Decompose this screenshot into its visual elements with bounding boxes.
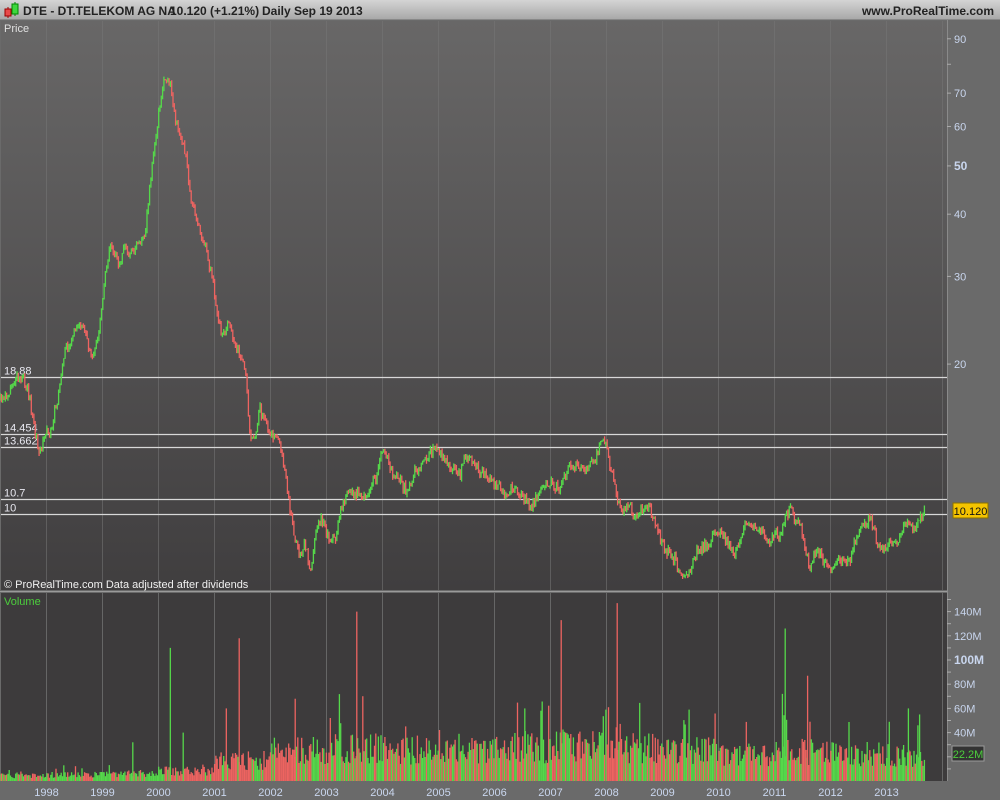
volume-pane-title: Volume: [4, 596, 41, 608]
price-tick-label: 20: [954, 359, 966, 371]
last-quote: 10.120 (+1.21%): [170, 4, 260, 18]
x-tick-label: 2008: [594, 787, 618, 799]
volume-tick-label: 60M: [954, 703, 975, 715]
x-tick-label: 2005: [426, 787, 450, 799]
x-tick-label: 2003: [314, 787, 338, 799]
x-tick-label: 2011: [763, 787, 787, 799]
volume-tick-label: 80M: [954, 679, 975, 691]
last-price-marker: 10.120: [952, 502, 989, 519]
chart-header: DTE - DT.TELEKOM AG NA 10.120 (+1.21%) D…: [0, 0, 1000, 20]
x-tick-label: 1998: [34, 787, 58, 799]
price-tick-label: 90: [954, 34, 966, 46]
volume-tick-label: 120M: [954, 631, 982, 643]
timeframe[interactable]: Daily: [262, 4, 291, 18]
x-tick-label: 2006: [482, 787, 506, 799]
x-tick-label: 2009: [650, 787, 674, 799]
volume-tick-label: 100M: [954, 653, 984, 667]
price-tick-label: 40: [954, 209, 966, 221]
chart-date: Sep 19 2013: [294, 4, 363, 18]
chart-canvas[interactable]: 18.8814.45413.66210.710 90706050403020 1…: [0, 20, 1000, 800]
price-pane: [1, 21, 947, 590]
horizontal-level-label: 13.662: [4, 436, 38, 448]
price-tick-label: 70: [954, 88, 966, 100]
x-tick-label: 2002: [258, 787, 282, 799]
price-tick-label: 50: [954, 159, 968, 173]
volume-tick-label: 140M: [954, 607, 982, 619]
x-tick-label: 2013: [874, 787, 898, 799]
x-tick-label: 1999: [90, 787, 114, 799]
price-tick-label: 30: [954, 271, 966, 283]
horizontal-level-label: 10: [4, 503, 16, 515]
horizontal-level-label: 14.454: [4, 423, 38, 435]
x-tick-label: 2004: [370, 787, 394, 799]
last-price-label: 10.120: [954, 506, 988, 518]
price-tick-label: 60: [954, 121, 966, 133]
price-pane-title: Price: [4, 23, 29, 35]
x-tick-label: 2010: [706, 787, 730, 799]
x-tick-label: 2000: [146, 787, 170, 799]
copyright-note: © ProRealTime.com Data adjusted after di…: [4, 579, 249, 591]
last-volume-marker: 22.2M: [951, 745, 985, 762]
volume-tick-label: 40M: [954, 728, 975, 740]
candlestick-logo-icon: [4, 2, 19, 18]
horizontal-level-label: 10.7: [4, 488, 25, 500]
instrument-name: DTE - DT.TELEKOM AG NA: [23, 4, 176, 18]
x-tick-label: 2012: [818, 787, 842, 799]
site-link[interactable]: www.ProRealTime.com: [862, 4, 994, 18]
last-volume-label: 22.2M: [953, 749, 984, 761]
x-tick-label: 2001: [202, 787, 226, 799]
x-tick-label: 2007: [538, 787, 562, 799]
